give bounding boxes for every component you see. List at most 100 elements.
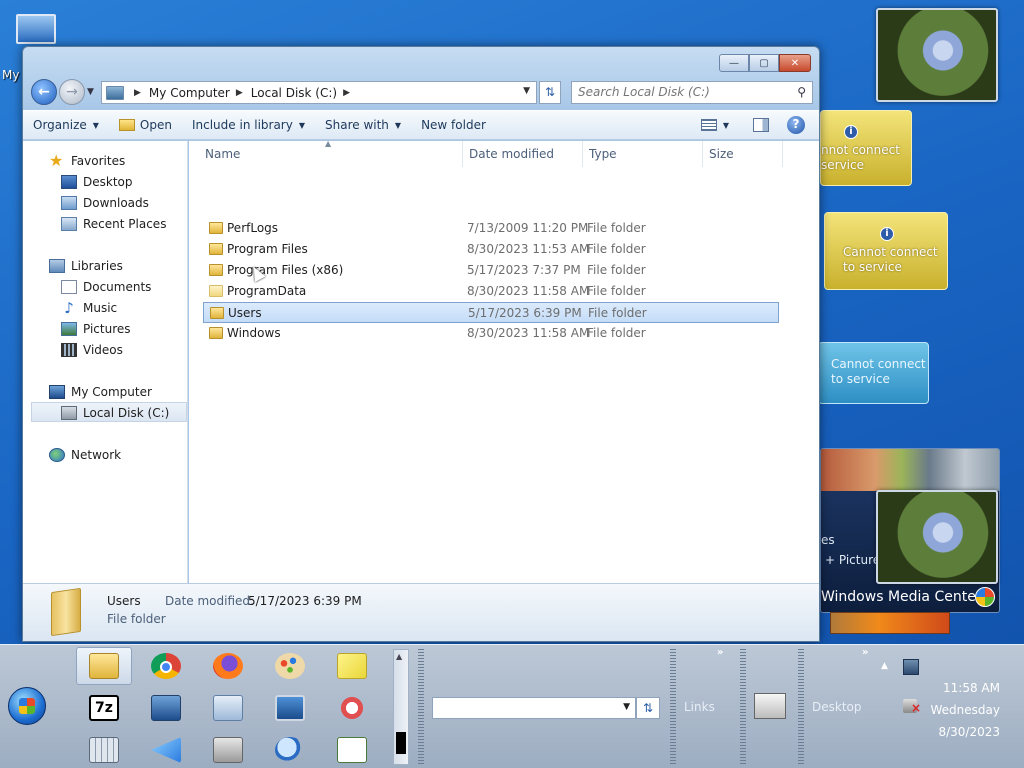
nav-documents[interactable]: Documents (61, 277, 151, 297)
desktop-chevron-icon[interactable]: » (862, 647, 868, 658)
taskbar-scrollbar[interactable]: ▲ (393, 649, 409, 765)
column-name[interactable]: Name ▲ (189, 139, 463, 167)
column-type[interactable]: Type (583, 141, 703, 167)
organize-button[interactable]: Organize ▼ (23, 118, 109, 132)
taskbar-sticky-notes-button[interactable] (324, 647, 380, 685)
taskbar-fax-button[interactable] (200, 731, 256, 768)
refresh-button[interactable]: ⇅ (539, 81, 561, 104)
close-button[interactable]: ✕ (779, 54, 811, 72)
taskbar-address-box[interactable]: ▼ (432, 697, 636, 719)
taskbar-explorer-button[interactable] (76, 647, 132, 685)
nav-music[interactable]: ♪ Music (61, 298, 117, 318)
weather-gadget-1[interactable]: i nnot connect service (820, 110, 912, 186)
table-row[interactable]: PerfLogs 7/13/2009 11:20 PM File folder (203, 218, 779, 239)
taskbar-chart-button[interactable] (324, 731, 380, 768)
desktop-toolbar-icon[interactable] (754, 693, 786, 719)
minimize-button[interactable]: — (719, 54, 749, 72)
media-pictures-link[interactable]: + Picture (825, 553, 880, 567)
slideshow-gadget-bottom[interactable] (876, 490, 998, 584)
table-row[interactable]: ProgramData 8/30/2023 11:58 AM File folder (203, 281, 779, 302)
taskbar-visual-studio-button[interactable] (138, 731, 194, 768)
folder-icon (210, 307, 224, 319)
volume-muted-icon[interactable] (903, 699, 921, 715)
back-button[interactable]: ← (31, 79, 57, 105)
network-tray-icon[interactable] (903, 659, 919, 675)
taskbar-address-go-button[interactable]: ⇅ (636, 697, 660, 719)
nav-recent-places[interactable]: Recent Places (61, 214, 166, 234)
weather-gadget-message: Cannot connect to service (843, 245, 938, 275)
clock[interactable]: 11:58 AM Wednesday 8/30/2023 (930, 677, 1000, 743)
taskbar-7zip-button[interactable]: 7z (76, 689, 132, 727)
breadcrumb-separator-icon[interactable]: ▶ (134, 88, 141, 98)
table-row[interactable]: Windows 8/30/2023 11:58 AM File folder (203, 323, 779, 344)
column-date-modified[interactable]: Date modified (463, 141, 583, 167)
search-input[interactable] (578, 85, 778, 99)
nav-videos[interactable]: Videos (61, 340, 123, 360)
show-hidden-icons-icon[interactable]: ▲ (881, 661, 888, 671)
table-row-selected[interactable]: Users 5/17/2023 6:39 PM File folder (203, 302, 779, 323)
column-size[interactable]: Size (703, 141, 783, 167)
taskbar-paint-button[interactable] (262, 647, 318, 685)
scroll-up-icon[interactable]: ▲ (396, 652, 402, 661)
details-name: Users (107, 594, 141, 608)
nav-pictures[interactable]: Pictures (61, 319, 131, 339)
views-icon[interactable] (700, 119, 717, 131)
taskbar-document-button[interactable] (200, 689, 256, 727)
toolbar-grip[interactable] (670, 649, 676, 765)
file-name: Users (228, 306, 262, 320)
nav-label: Network (71, 448, 122, 462)
weather-gadget-2[interactable]: i Cannot connect to service (824, 212, 948, 290)
address-dropdown-icon[interactable]: ▼ (523, 86, 530, 96)
taskbar-address-input[interactable] (433, 698, 613, 716)
preview-pane-icon[interactable] (753, 118, 769, 132)
toolbar-grip[interactable] (418, 649, 424, 765)
toolbar-grip[interactable] (740, 649, 746, 765)
nav-my-computer[interactable]: My Computer (49, 382, 152, 402)
taskbar-firefox-button[interactable] (200, 647, 256, 685)
sticky-notes-icon (337, 653, 367, 679)
recent-pages-chevron-icon[interactable]: ▼ (87, 87, 94, 97)
taskbar-calculator-button[interactable] (76, 731, 132, 768)
links-chevron-icon[interactable]: » (717, 647, 723, 658)
nav-libraries[interactable]: Libraries (49, 256, 123, 276)
breadcrumb-separator-icon[interactable]: ▶ (343, 88, 350, 98)
file-name: ProgramData (227, 284, 307, 298)
forward-button[interactable]: → (59, 79, 85, 105)
toolbar-grip[interactable] (798, 649, 804, 765)
new-folder-button[interactable]: New folder (411, 118, 496, 132)
help-icon[interactable]: ? (787, 116, 805, 134)
views-chevron-down-icon[interactable]: ▼ (723, 121, 729, 130)
nav-local-disk[interactable]: Local Disk (C:) (61, 403, 169, 423)
search-box[interactable]: ⚲ (571, 81, 813, 104)
search-icon[interactable]: ⚲ (797, 85, 806, 99)
table-row[interactable]: Program Files (x86) 5/17/2023 7:37 PM File… (203, 260, 779, 281)
breadcrumb-local-disk[interactable]: Local Disk (C:) (251, 86, 337, 100)
maximize-button[interactable]: ▢ (749, 54, 779, 72)
taskbar-chrome-button[interactable] (138, 647, 194, 685)
taskbar-network-button[interactable] (138, 689, 194, 727)
nav-downloads[interactable]: Downloads (61, 193, 149, 213)
taskbar-snipping-button[interactable] (324, 689, 380, 727)
breadcrumb-separator-icon[interactable]: ▶ (236, 88, 243, 98)
address-bar[interactable]: ▶ My Computer ▶ Local Disk (C:) ▶ ▼ (101, 81, 537, 104)
blue-gadget[interactable]: Cannot connect to service (818, 342, 929, 404)
start-button[interactable] (8, 687, 46, 725)
nav-desktop[interactable]: Desktop (61, 172, 133, 192)
nav-favorites[interactable]: ★ Favorites (49, 151, 125, 171)
table-row[interactable]: Program Files 8/30/2023 11:53 AM File fold… (203, 239, 779, 260)
include-in-library-button[interactable]: Include in library ▼ (182, 118, 315, 132)
search-icon (275, 737, 305, 763)
taskbar-search-button[interactable] (262, 731, 318, 768)
clock-date: 8/30/2023 (938, 725, 1000, 739)
slideshow-gadget-top[interactable] (876, 8, 998, 102)
address-dropdown-icon[interactable]: ▼ (623, 702, 630, 712)
links-toolbar-label[interactable]: Links (684, 700, 715, 714)
nav-network[interactable]: Network (49, 445, 121, 465)
breadcrumb-my-computer[interactable]: My Computer (149, 86, 230, 100)
scroll-thumb[interactable] (396, 732, 406, 754)
share-with-button[interactable]: Share with ▼ (315, 118, 411, 132)
weather-gadget-message: nnot connect service (821, 143, 900, 173)
open-button[interactable]: Open (109, 118, 182, 132)
desktop-toolbar-label[interactable]: Desktop (812, 700, 862, 714)
taskbar-display-button[interactable] (262, 689, 318, 727)
